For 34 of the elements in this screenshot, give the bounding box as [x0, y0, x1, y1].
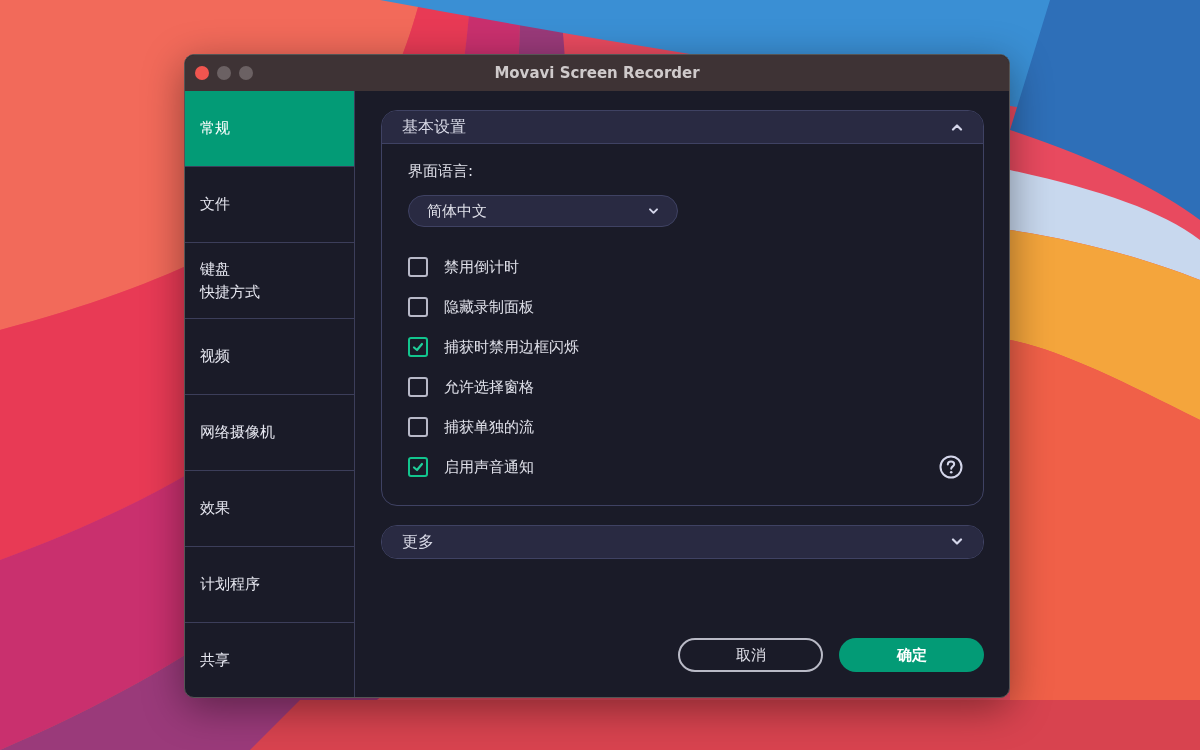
option-label: 启用声音通知	[444, 457, 535, 477]
sidebar-item[interactable]: 键盘 快捷方式	[185, 243, 354, 319]
chevron-icon	[648, 207, 659, 215]
checkbox[interactable]	[408, 417, 428, 437]
option-label: 捕获单独的流	[444, 417, 535, 437]
language-label: 界面语言:	[408, 162, 474, 181]
checkbox[interactable]	[408, 297, 428, 317]
section-header[interactable]: 更多	[382, 526, 983, 558]
cancel-button[interactable]: 取消	[678, 638, 823, 672]
sidebar-item[interactable]: 文件	[185, 167, 354, 243]
sidebar-item[interactable]: 计划程序	[185, 547, 354, 623]
check-icon	[411, 340, 425, 354]
option-label: 隐藏录制面板	[444, 297, 535, 317]
checkbox[interactable]	[408, 257, 428, 277]
checkbox[interactable]	[408, 337, 428, 357]
sidebar-item[interactable]: 共享	[185, 623, 354, 697]
checkbox[interactable]	[408, 377, 428, 397]
help-icon[interactable]	[939, 455, 963, 479]
chevron-icon	[951, 538, 963, 546]
option-label: 禁用倒计时	[444, 257, 520, 277]
checkbox[interactable]	[408, 457, 428, 477]
sidebar-item[interactable]: 网络摄像机	[185, 395, 354, 471]
close-button[interactable]	[195, 66, 209, 80]
check-icon	[411, 460, 425, 474]
ok-button[interactable]: 确定	[839, 638, 984, 672]
option-label: 捕获时禁用边框闪烁	[444, 337, 580, 357]
option-label: 允许选择窗格	[444, 377, 535, 397]
sidebar-item[interactable]: 视频	[185, 319, 354, 395]
section-header[interactable]: 基本设置	[382, 111, 983, 144]
sidebar-item[interactable]: 常规	[185, 91, 354, 167]
window-title: Movavi Screen Recorder	[494, 64, 700, 82]
chevron-icon	[951, 123, 963, 131]
sidebar-item[interactable]: 效果	[185, 471, 354, 547]
language-dropdown[interactable]: 简体中文	[408, 195, 678, 227]
